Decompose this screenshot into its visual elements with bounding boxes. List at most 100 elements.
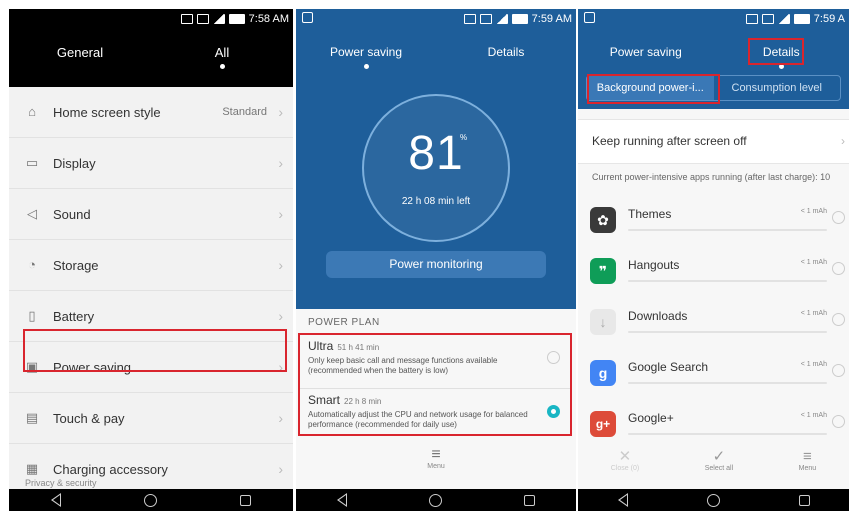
settings-screen: 7:58 AM General All ⌂ Home screen style St… — [9, 9, 293, 511]
checkbox-icon[interactable] — [832, 313, 845, 326]
nfc-icon — [745, 14, 758, 24]
chevron-right-icon: › — [278, 257, 283, 273]
highlight-power-plan — [298, 333, 572, 436]
google-search-icon: g — [590, 360, 616, 386]
settings-item-touch-pay[interactable]: ▤ Touch & pay › — [9, 393, 293, 444]
app-usage: < 1 mAh — [800, 361, 827, 368]
tab-power-saving[interactable]: Power saving — [578, 45, 714, 59]
downloads-icon: ↓ — [590, 309, 616, 335]
details-screen: 7:59 A Power saving Details Background p… — [578, 9, 849, 511]
sound-icon: ◁ — [27, 206, 37, 221]
app-row-google-plus[interactable]: g+ Google+ < 1 mAh — [578, 403, 849, 453]
tab-all-label: All — [214, 45, 230, 60]
battery-status-icon — [511, 14, 528, 24]
back-icon[interactable] — [50, 493, 61, 507]
chevron-right-icon: › — [278, 410, 283, 426]
menu-button[interactable]: ≡ Menu — [798, 448, 817, 473]
settings-item-label: Display — [53, 155, 96, 171]
app-name: Google Search — [628, 360, 709, 374]
checkbox-icon[interactable] — [832, 415, 845, 428]
highlight-details-tab — [748, 38, 804, 65]
battery-percent: 81 — [408, 127, 464, 180]
highlight-power-saving — [23, 329, 287, 372]
settings-item-label: Sound — [53, 206, 91, 222]
bottom-action-bar: ✕ Close (0) ✓ Select all ≡ Menu — [578, 448, 849, 473]
settings-item-privacy-security[interactable]: Privacy & security — [25, 478, 97, 488]
usage-bar — [628, 331, 827, 333]
app-name: Themes — [628, 207, 672, 221]
menu-label: Menu — [427, 463, 445, 470]
highlight-background-segment — [587, 74, 720, 104]
gallery-notification-icon — [302, 12, 313, 23]
charging-icon: ▦ — [25, 461, 39, 476]
display-icon: ▭ — [25, 155, 39, 170]
themes-icon: ✿ — [590, 207, 616, 233]
apps-header: Current power-intensive apps running (af… — [592, 172, 831, 182]
settings-item-home-screen-style[interactable]: ⌂ Home screen style Standard › — [9, 87, 293, 138]
percent-sign: % — [460, 133, 468, 142]
details-tabs: Power saving Details — [578, 45, 849, 69]
chevron-right-icon: › — [278, 308, 283, 324]
battery-icon: ▯ — [28, 308, 36, 323]
close-label: Close (0) — [610, 465, 640, 472]
chevron-right-icon: › — [841, 134, 845, 148]
power-plan-title: POWER PLAN — [308, 317, 380, 328]
settings-item-sound[interactable]: ◁ Sound › — [9, 189, 293, 240]
back-icon[interactable] — [617, 493, 628, 507]
menu-label: Menu — [798, 465, 817, 472]
segment-consumption-level[interactable]: Consumption level — [714, 76, 841, 100]
nav-bar — [296, 489, 576, 511]
gallery-notification-icon — [584, 12, 595, 23]
battery-status-icon — [228, 14, 245, 24]
app-row-downloads[interactable]: ↓ Downloads < 1 mAh — [578, 301, 849, 351]
power-saving-screen: 7:59 AM Power saving Details 81 % 22 h 0… — [296, 9, 576, 511]
recent-apps-icon[interactable] — [240, 494, 252, 506]
app-row-themes[interactable]: ✿ Themes < 1 mAh — [578, 199, 849, 249]
active-tab-indicator — [219, 64, 225, 69]
nav-bar — [578, 489, 849, 511]
keep-running-row[interactable]: Keep running after screen off › — [578, 119, 849, 164]
home-button-icon[interactable] — [429, 493, 442, 507]
tab-details[interactable]: Details — [436, 45, 576, 59]
status-bar: 7:59 AM — [296, 9, 576, 29]
home-button-icon[interactable] — [143, 493, 157, 507]
checkbox-icon[interactable] — [832, 211, 845, 224]
close-icon: ✕ — [618, 448, 632, 465]
keep-running-label: Keep running after screen off — [592, 134, 747, 148]
app-name: Google+ — [628, 411, 674, 425]
select-all-button[interactable]: ✓ Select all — [704, 449, 734, 473]
checkbox-icon[interactable] — [832, 262, 845, 275]
touch-pay-icon: ▤ — [25, 410, 39, 425]
settings-item-value: Standard — [222, 106, 267, 118]
back-icon[interactable] — [337, 493, 347, 507]
tab-power-saving[interactable]: Power saving — [296, 45, 436, 69]
settings-tabs: General All — [9, 45, 293, 69]
app-row-google-search[interactable]: g Google Search < 1 mAh — [578, 352, 849, 402]
time-left: 22 h 08 min left — [401, 196, 471, 207]
app-name: Downloads — [628, 309, 688, 323]
recent-apps-icon[interactable] — [524, 494, 535, 506]
settings-item-display[interactable]: ▭ Display › — [9, 138, 293, 189]
status-time: 7:58 AM — [248, 13, 289, 25]
close-button[interactable]: ✕ Close (0) — [610, 448, 640, 473]
power-monitoring-button[interactable]: Power monitoring — [326, 251, 546, 278]
recent-apps-icon[interactable] — [798, 494, 810, 506]
tab-power-saving-label: Power saving — [329, 45, 403, 59]
nfc-icon — [180, 14, 193, 24]
app-row-hangouts[interactable]: ❞ Hangouts < 1 mAh — [578, 250, 849, 300]
menu-icon: ≡ — [803, 448, 812, 465]
usage-bar — [628, 382, 827, 384]
status-time: 7:59 A — [813, 13, 845, 25]
usage-bar — [628, 229, 827, 231]
hangouts-icon: ❞ — [590, 258, 616, 284]
settings-item-storage[interactable]: ◔ Storage › — [9, 240, 293, 291]
menu-button[interactable]: ≡ Menu — [296, 447, 576, 471]
app-name: Hangouts — [628, 258, 680, 272]
tab-all[interactable]: All — [151, 45, 293, 69]
home-button-icon[interactable] — [706, 493, 720, 507]
active-tab-indicator — [363, 64, 369, 69]
tab-general[interactable]: General — [9, 45, 151, 60]
checkbox-icon[interactable] — [832, 364, 845, 377]
vibrate-icon — [196, 14, 209, 24]
select-all-label: Select all — [704, 465, 734, 472]
